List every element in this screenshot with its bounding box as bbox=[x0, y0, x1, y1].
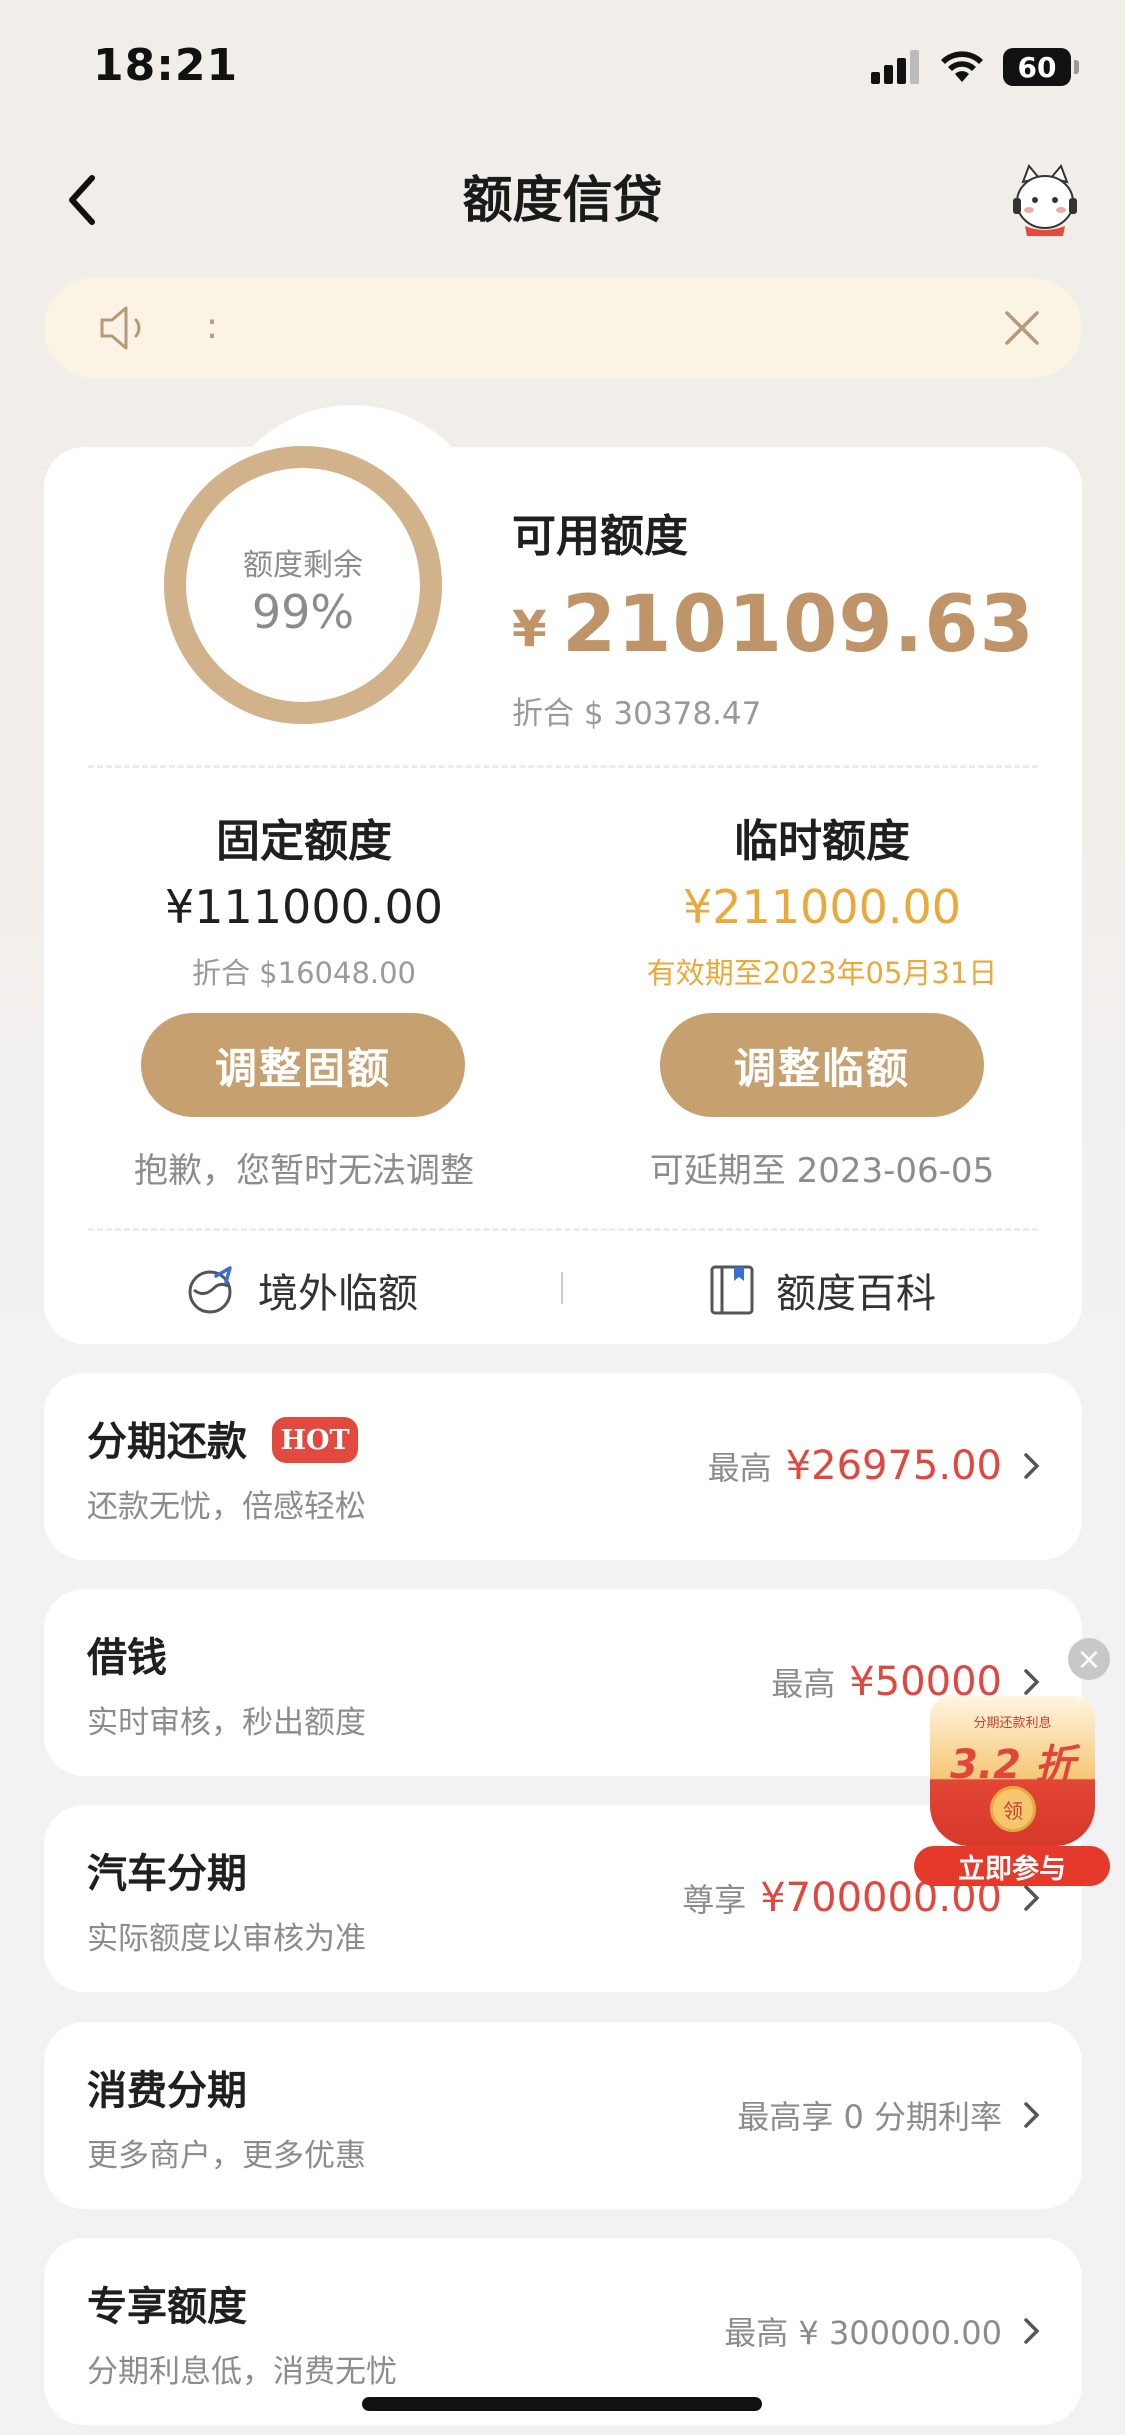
book-icon bbox=[710, 1265, 754, 1315]
available-credit-label: 可用额度 bbox=[512, 511, 688, 562]
value-text: 最高 ¥ 300000.00 bbox=[724, 2314, 1002, 2352]
notice-text: : bbox=[206, 306, 219, 347]
list-item-subtitle: 实际额度以审核为准 bbox=[87, 1921, 366, 1957]
list-item-subtitle: 分期利息低，消费无忧 bbox=[87, 2354, 397, 2390]
promo-discount: 3.2 折 bbox=[950, 1742, 1075, 1788]
join-now-button[interactable]: 立即参与 bbox=[914, 1846, 1110, 1886]
promo-caption: 分期还款利息 bbox=[973, 1716, 1052, 1731]
available-currency-symbol: ¥ bbox=[512, 600, 547, 658]
hot-badge: HOT bbox=[272, 1417, 358, 1463]
credit-encyclopedia-link[interactable]: 额度百科 bbox=[708, 1255, 936, 1325]
available-credit-usd: 折合 $ 30378.47 bbox=[512, 696, 762, 732]
chevron-right-icon bbox=[1024, 1885, 1040, 1911]
wifi-icon bbox=[941, 51, 983, 82]
cellular-signal-icon bbox=[871, 50, 919, 84]
adjust-temporary-button[interactable]: 调整临额 bbox=[660, 1013, 984, 1117]
promo-close-button[interactable]: × bbox=[1068, 1638, 1110, 1680]
link-separator bbox=[561, 1272, 563, 1304]
chevron-right-icon bbox=[1024, 1453, 1040, 1479]
available-credit-amount: 210109.63 bbox=[562, 580, 1035, 670]
value-prefix: 尊享 bbox=[682, 1881, 747, 1919]
back-button[interactable] bbox=[62, 160, 122, 240]
list-item-value: 最高 ¥ 300000.00 bbox=[724, 2308, 1002, 2354]
list-item-value: 最高享 0 分期利率 bbox=[737, 2092, 1002, 2138]
chevron-left-icon bbox=[69, 175, 95, 225]
list-item-title: 汽车分期 bbox=[87, 1851, 247, 1897]
list-item-title: 借钱 bbox=[87, 1635, 167, 1681]
list-item-consumer-installment[interactable]: 消费分期 更多商户，更多优惠 最高享 0 分期利率 bbox=[44, 2022, 1082, 2209]
value-text: 最高享 0 分期利率 bbox=[737, 2098, 1002, 2136]
battery-icon: 60 bbox=[1003, 48, 1079, 86]
claim-coin-icon: 领 bbox=[990, 1786, 1036, 1832]
list-item-value: 最高 ¥26975.00 bbox=[708, 1443, 1002, 1489]
temporary-credit-amount: ¥211000.00 bbox=[682, 880, 962, 934]
divider bbox=[88, 1228, 1038, 1231]
value-amount: ¥26975.00 bbox=[785, 1443, 1002, 1489]
close-icon bbox=[1005, 311, 1039, 345]
home-indicator bbox=[362, 2397, 762, 2411]
overseas-globe-icon bbox=[188, 1266, 232, 1314]
fixed-adjust-note: 抱歉，您暂时无法调整 bbox=[134, 1151, 474, 1191]
fixed-credit-amount: ¥111000.00 bbox=[164, 880, 444, 934]
list-item-title: 消费分期 bbox=[87, 2068, 247, 2114]
close-icon: × bbox=[1076, 1641, 1102, 1677]
credit-encyclopedia-label: 额度百科 bbox=[776, 1271, 936, 1317]
status-time: 18:21 bbox=[93, 40, 239, 91]
notice-close-button[interactable] bbox=[994, 300, 1050, 356]
customer-service-mascot-icon[interactable] bbox=[1005, 160, 1085, 240]
list-item-subtitle: 更多商户，更多优惠 bbox=[87, 2138, 366, 2174]
speaker-icon bbox=[100, 306, 141, 350]
chevron-right-icon bbox=[1024, 2318, 1040, 2344]
temporary-credit-validity: 有效期至2023年05月31日 bbox=[646, 956, 998, 990]
overseas-temp-credit-label: 境外临额 bbox=[258, 1271, 418, 1317]
fixed-credit-title: 固定额度 bbox=[216, 816, 392, 867]
list-item-installment-repayment[interactable]: 分期还款 HOT 还款无忧，倍感轻松 最高 ¥26975.00 bbox=[44, 1373, 1082, 1560]
list-item-subtitle: 还款无忧，倍感轻松 bbox=[87, 1489, 366, 1525]
ring-percentage: 99% bbox=[251, 585, 355, 639]
temporary-credit-title: 临时额度 bbox=[734, 816, 910, 867]
ring-label: 额度剩余 bbox=[243, 548, 363, 583]
status-icons: 60 bbox=[871, 48, 1079, 86]
list-item-title: 分期还款 bbox=[87, 1419, 247, 1465]
divider bbox=[88, 765, 1038, 768]
adjust-fixed-button[interactable]: 调整固额 bbox=[141, 1013, 465, 1117]
value-prefix: 最高 bbox=[707, 1449, 772, 1487]
page-title: 额度信贷 bbox=[462, 171, 663, 229]
value-prefix: 最高 bbox=[771, 1665, 836, 1703]
notice-bar[interactable]: : bbox=[44, 278, 1082, 378]
overseas-temp-credit-link[interactable]: 境外临额 bbox=[186, 1255, 418, 1325]
fixed-credit-usd: 折合 $16048.00 bbox=[191, 956, 417, 990]
chevron-right-icon bbox=[1024, 2102, 1040, 2128]
temporary-extend-note: 可延期至 2023-06-05 bbox=[649, 1151, 995, 1191]
list-item-subtitle: 实时审核，秒出额度 bbox=[87, 1705, 366, 1741]
list-item-title: 专享额度 bbox=[87, 2284, 247, 2330]
